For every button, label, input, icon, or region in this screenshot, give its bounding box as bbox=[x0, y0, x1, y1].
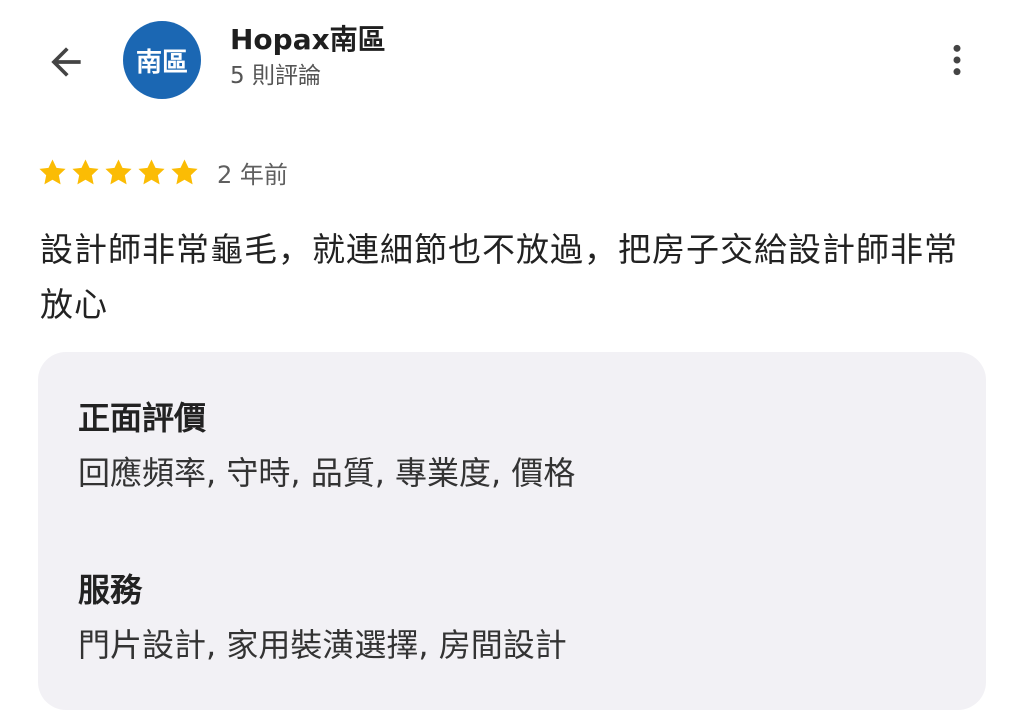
star-rating bbox=[36, 156, 201, 189]
attribute-values: 門片設計, 家用裝潢選擇, 房間設計 bbox=[78, 626, 567, 664]
attribute-section-service: 服務 門片設計, 家用裝潢選擇, 房間設計 bbox=[78, 568, 567, 668]
avatar[interactable]: 南區 bbox=[123, 21, 201, 99]
avatar-text: 南區 bbox=[135, 47, 188, 78]
arrow-back-icon bbox=[51, 47, 81, 77]
star-icon bbox=[105, 158, 132, 184]
more-options-button[interactable] bbox=[933, 34, 981, 86]
review-text: 設計師非常龜毛，就連細節也不放過，把房子交給設計師非常放心 bbox=[40, 230, 958, 324]
attributes-card: 正面評價 回應頻率, 守時, 品質, 專業度, 價格 服務 門片設計, 家用裝潢… bbox=[38, 352, 986, 710]
rating-row: 2 年前 bbox=[36, 152, 288, 192]
star-icon bbox=[72, 158, 99, 184]
page-title[interactable]: Hopax南區 bbox=[230, 22, 386, 58]
star-icon bbox=[171, 158, 198, 184]
review-time: 2 年前 bbox=[217, 160, 288, 189]
attribute-section-positive: 正面評價 回應頻率, 守時, 品質, 專業度, 價格 bbox=[78, 396, 575, 496]
attribute-values: 回應頻率, 守時, 品質, 專業度, 價格 bbox=[78, 454, 576, 492]
star-icon bbox=[138, 158, 165, 184]
more-vertical-icon bbox=[953, 44, 961, 76]
attribute-heading: 正面評價 bbox=[78, 399, 207, 437]
back-button[interactable] bbox=[40, 36, 92, 88]
title-block: Hopax南區 5 則評論 bbox=[230, 22, 386, 92]
star-icon bbox=[39, 158, 66, 184]
review-count: 5 則評論 bbox=[230, 63, 321, 89]
attribute-heading: 服務 bbox=[78, 571, 143, 609]
app-header: 南區 Hopax南區 5 則評論 bbox=[0, 0, 1024, 120]
